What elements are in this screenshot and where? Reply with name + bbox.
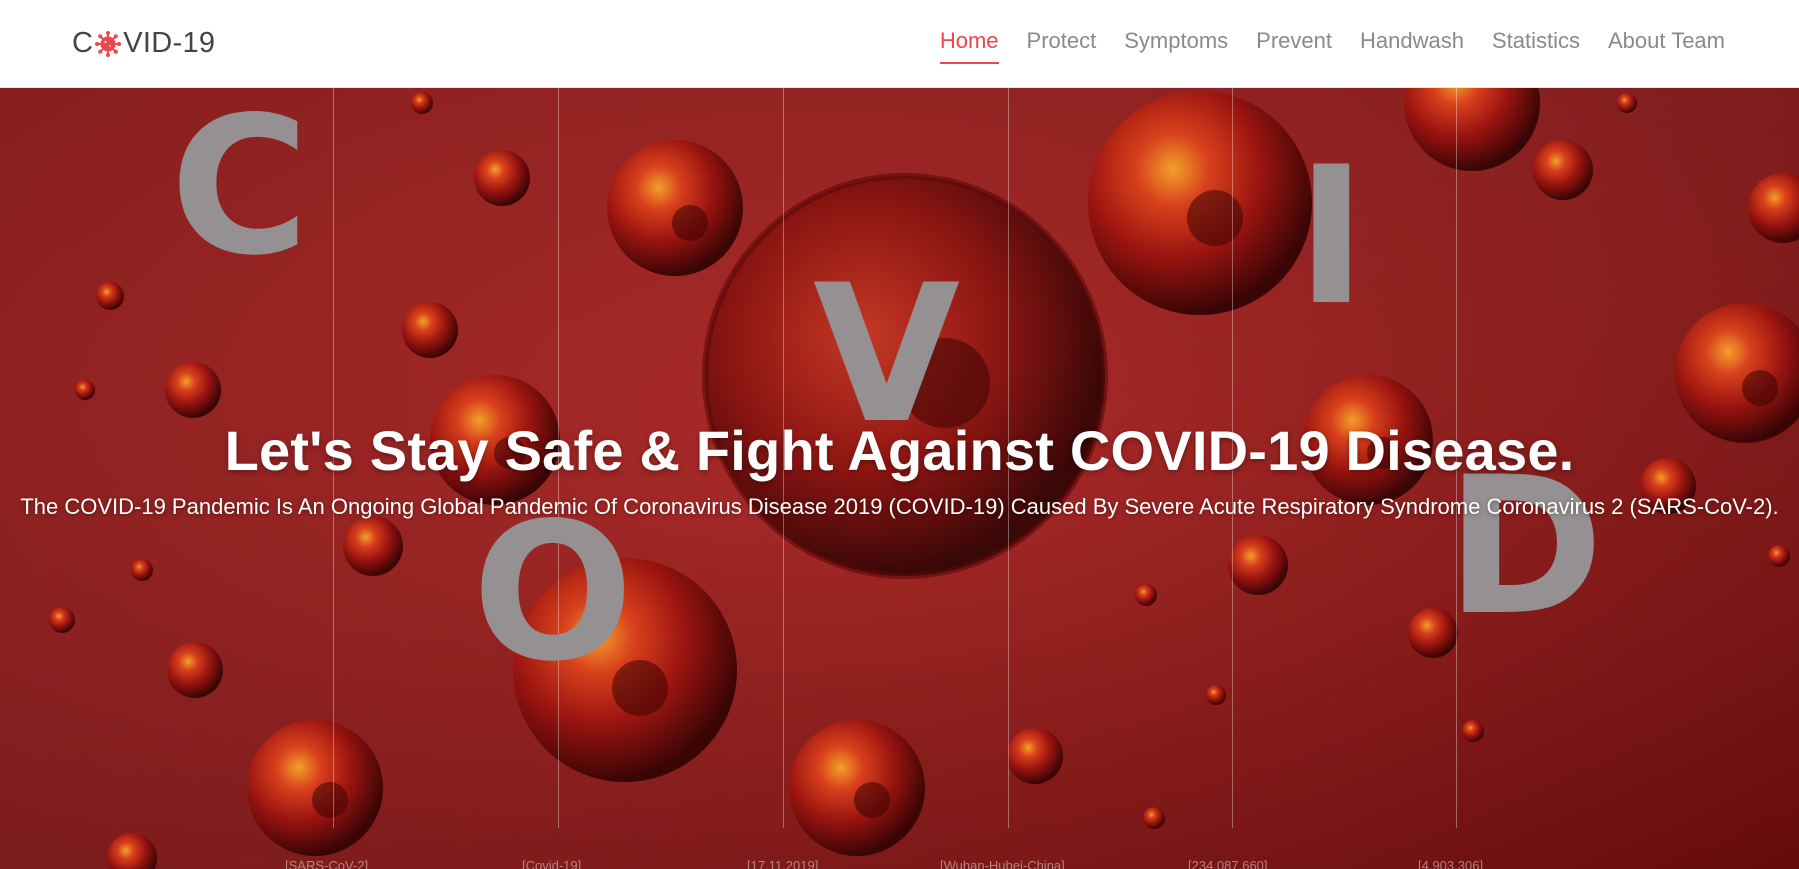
- nav-prevent[interactable]: Prevent: [1256, 28, 1332, 64]
- stat-origin: [Wuhan-Hubei-China]: [940, 858, 1065, 869]
- nav-about-team[interactable]: About Team: [1608, 28, 1725, 64]
- nav-home[interactable]: Home: [939, 28, 999, 64]
- main-nav: Home Protect Symptoms Prevent Handwash S…: [912, 28, 1725, 64]
- brand-logo[interactable]: C VID-19: [72, 27, 215, 60]
- nav-statistics[interactable]: Statistics: [1492, 28, 1580, 64]
- hero-subtitle: The COVID-19 Pandemic Is An Ongoing Glob…: [20, 494, 1779, 519]
- stat-deaths: [4,903,306]: [1418, 858, 1484, 869]
- stat-disease-name: [Covid-19]: [522, 858, 582, 869]
- hero-section: C O V I D Let's Stay Safe & Fight Agains…: [0, 88, 1799, 869]
- hero-letter-c: C: [170, 88, 310, 297]
- virus-icon: [94, 30, 122, 58]
- brand-prefix: C: [72, 27, 94, 59]
- nav-handwash[interactable]: Handwash: [1360, 28, 1464, 64]
- hero-letter-i: I: [1296, 126, 1367, 347]
- stat-cases: [234,087,660]: [1188, 858, 1268, 869]
- brand-suffix: VID-19: [123, 27, 216, 59]
- stat-virus-name: [SARS-CoV-2]: [285, 858, 369, 869]
- hero-letter-o: O: [472, 482, 634, 703]
- nav-protect[interactable]: Protect: [1027, 28, 1097, 64]
- stats-row: [SARS-CoV-2] [Covid-19] [17.11.2019] [Wu…: [0, 858, 1799, 869]
- stat-first-date: [17.11.2019]: [747, 858, 819, 869]
- nav-symptoms[interactable]: Symptoms: [1124, 28, 1228, 64]
- hero-title: Let's Stay Safe & Fight Against COVID-19…: [224, 419, 1575, 482]
- navbar: C VID-19 Home Protect Symptoms Prevent H…: [0, 0, 1799, 88]
